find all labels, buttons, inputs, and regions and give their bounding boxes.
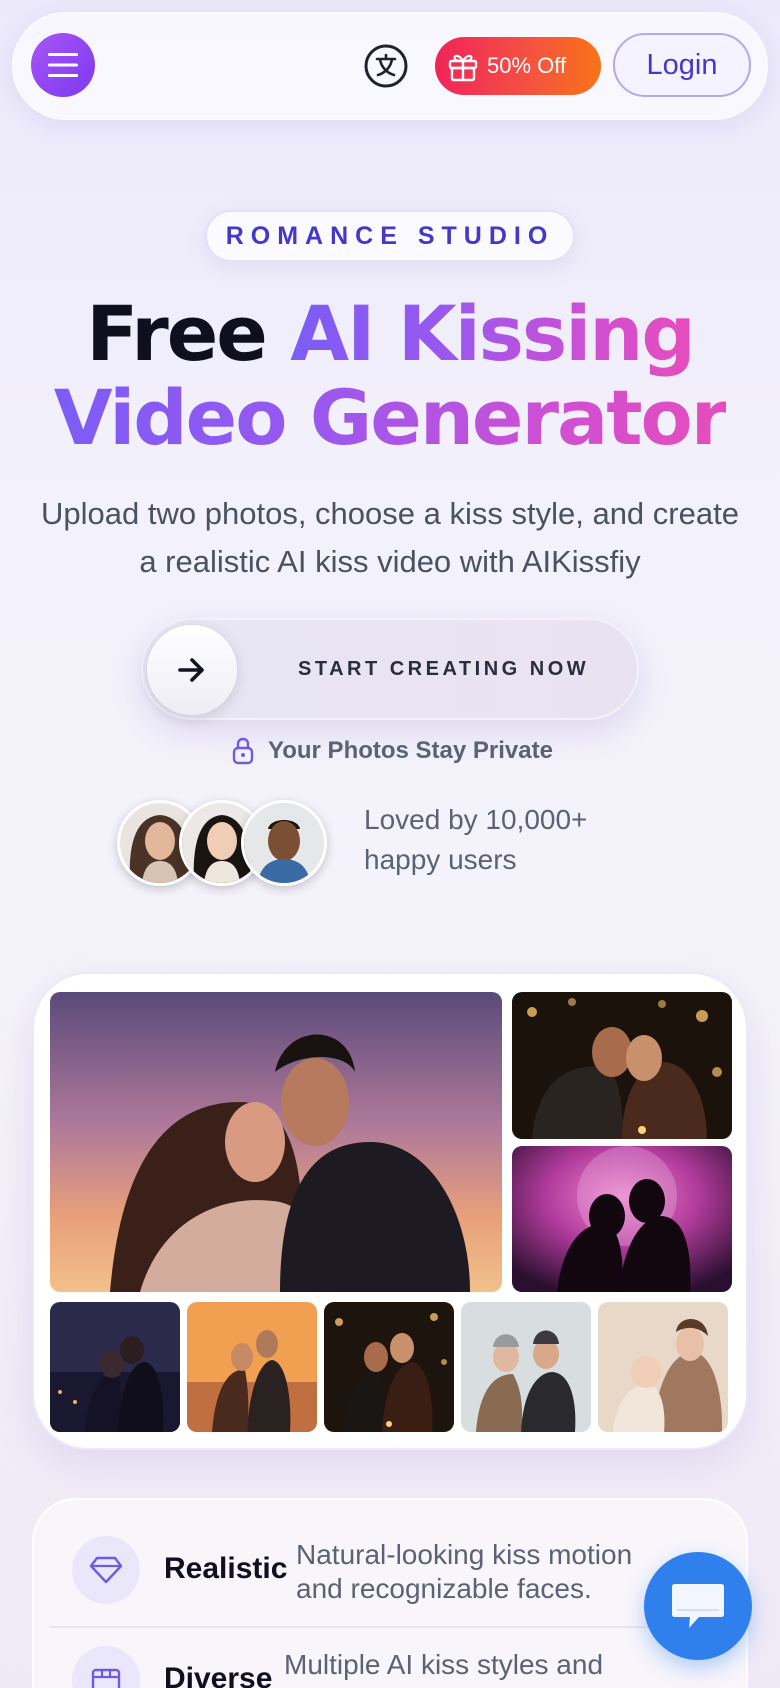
gallery-image-moon[interactable] [512, 1146, 732, 1292]
gallery-thumb-beach[interactable] [187, 1302, 317, 1432]
privacy-note: Your Photos Stay Private [232, 734, 553, 768]
hamburger-icon [48, 53, 78, 77]
gallery-thumb-city[interactable] [50, 1302, 180, 1432]
gallery-main-image[interactable] [50, 992, 502, 1292]
top-nav: 50% Off Login [12, 12, 768, 120]
box-icon [91, 1668, 121, 1688]
chat-button[interactable] [644, 1552, 752, 1660]
social-proof: Loved by 10,000+ happy users [364, 804, 588, 875]
cta-label: START CREATING NOW [298, 657, 590, 680]
promo-button[interactable]: 50% Off [435, 37, 601, 95]
privacy-text: Your Photos Stay Private [268, 737, 553, 764]
feature-title: Realistic [164, 1552, 288, 1585]
chat-icon [672, 1584, 724, 1628]
gallery-image-candlelight[interactable] [512, 992, 732, 1139]
language-button[interactable] [363, 43, 409, 89]
gallery-thumb-lights[interactable] [324, 1302, 454, 1432]
gallery-thumb-mother-baby[interactable] [598, 1302, 728, 1432]
title-free: Free [86, 289, 291, 378]
avatar [241, 800, 327, 886]
feature-description: Multiple AI kiss styles and scenes. [284, 1649, 604, 1688]
cta-arrow-circle [147, 625, 237, 715]
feature-description: Natural-looking kiss motion and recogniz… [296, 1539, 633, 1604]
feature-title: Diverse [164, 1662, 273, 1688]
section-badge: ROMANCE STUDIO [205, 210, 575, 262]
title-video-generator: Video Generator [53, 373, 729, 462]
translate-icon [364, 44, 408, 88]
diamond-icon [89, 1556, 123, 1584]
feature-divider [50, 1626, 734, 1628]
login-button[interactable]: Login [613, 33, 751, 97]
lock-icon [232, 737, 254, 765]
menu-button[interactable] [31, 33, 95, 97]
gift-icon [448, 54, 478, 82]
page-title: Free AI Kissing Video Generator [0, 292, 780, 460]
user-avatars [117, 800, 331, 886]
feature-icon-circle [72, 1536, 140, 1604]
gallery-thumb-winter[interactable] [461, 1302, 591, 1432]
start-creating-button[interactable]: START CREATING NOW [141, 618, 639, 720]
arrow-right-icon [178, 658, 204, 682]
hero-subtitle: Upload two photos, choose a kiss style, … [41, 496, 739, 579]
features-card: Realistic Natural-looking kiss motion an… [32, 1498, 748, 1688]
promo-label: 50% Off [487, 53, 567, 78]
example-gallery [32, 972, 748, 1450]
title-ai-kissing: AI Kissing [290, 289, 696, 378]
feature-icon-circle [72, 1646, 140, 1688]
